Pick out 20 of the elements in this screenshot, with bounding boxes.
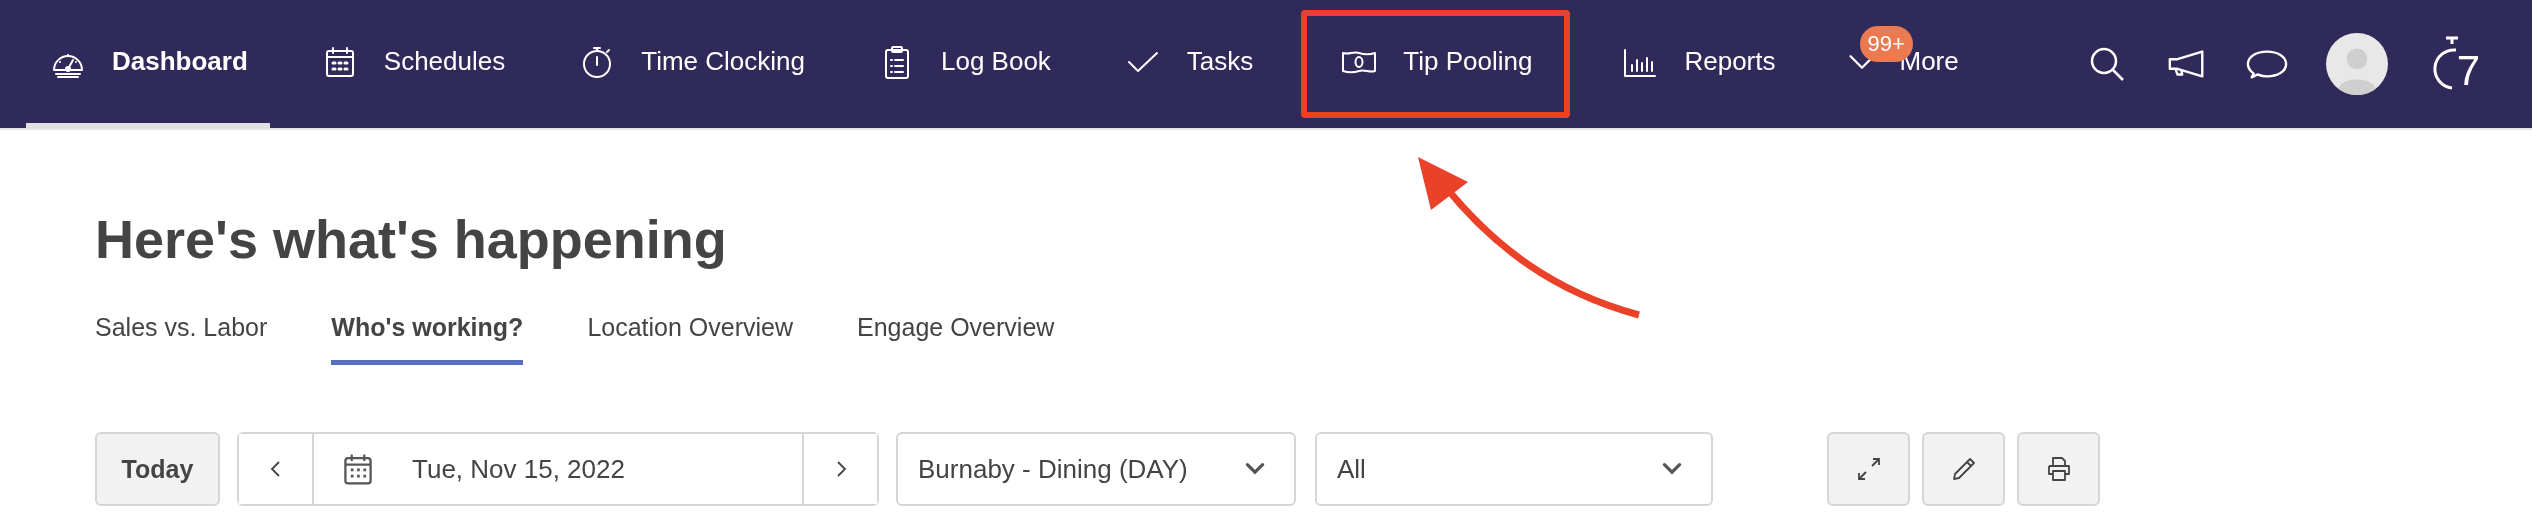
date-value: Tue, Nov 15, 2022 — [412, 453, 625, 485]
page-title: Here's what's happening — [95, 210, 728, 270]
tab[interactable]: Location Overview — [587, 313, 794, 366]
nav-item[interactable]: Dashboard — [26, 0, 270, 128]
location-dropdown[interactable]: Burnaby - Dining (DAY) — [896, 432, 1296, 507]
today-button[interactable]: Today — [95, 432, 220, 507]
nav-item[interactable]: Reports — [1598, 0, 1798, 128]
edit-button[interactable] — [1922, 432, 2005, 507]
filter-dropdown[interactable]: All — [1315, 432, 1713, 507]
logo[interactable]: 7 — [2426, 32, 2482, 96]
nav-item[interactable]: Schedules — [297, 0, 528, 128]
nav-item[interactable]: Tip Pooling — [1291, 0, 1581, 128]
avatar[interactable] — [2326, 33, 2388, 95]
nav-item[interactable]: Log Book — [855, 0, 1073, 128]
tab[interactable]: Engage Overview — [857, 313, 1055, 366]
nav-item[interactable]: Time Clocking — [555, 0, 827, 128]
print-button[interactable] — [2017, 432, 2100, 507]
tab[interactable]: Who's working? — [331, 313, 524, 366]
tab[interactable]: Sales vs. Labor — [95, 313, 268, 366]
nav-item[interactable]: Tasks — [1100, 0, 1276, 128]
